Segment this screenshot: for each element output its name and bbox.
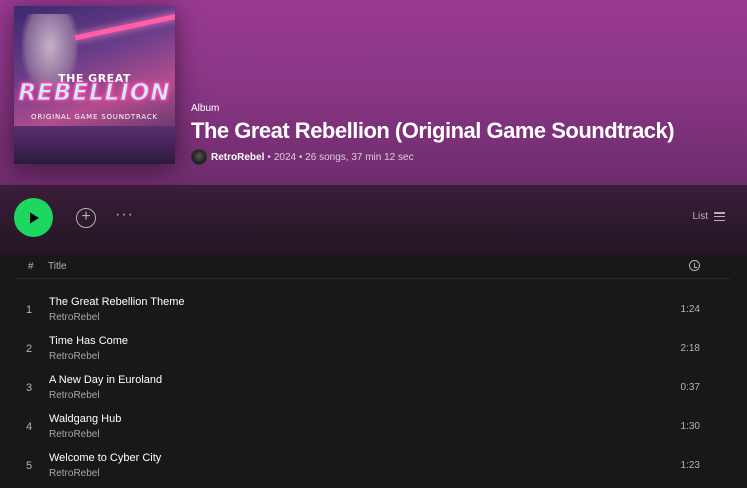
add-circle-icon: +	[81, 208, 91, 225]
track-artist[interactable]: RetroRebel	[49, 429, 100, 440]
track-duration: 2:18	[680, 343, 700, 354]
track-artist[interactable]: RetroRebel	[49, 351, 100, 362]
clock-icon	[689, 260, 700, 271]
track-duration: 1:24	[680, 304, 700, 315]
cover-subtitle: ORIGINAL GAME SOUNDTRACK	[31, 113, 158, 121]
track-title[interactable]: Welcome to Cyber City	[49, 452, 161, 464]
track-artist[interactable]: RetroRebel	[49, 390, 100, 401]
track-row[interactable]: 5 Welcome to Cyber City RetroRebel 1:23	[16, 447, 730, 485]
more-options-button[interactable]: ···	[115, 206, 134, 224]
track-title[interactable]: A New Day in Euroland	[49, 374, 162, 386]
album-title: The Great Rebellion (Original Game Sound…	[191, 118, 675, 143]
track-duration: 1:23	[680, 460, 700, 471]
track-duration: 0:37	[680, 382, 700, 393]
tracklist-header: # Title	[16, 255, 730, 279]
header-title: Title	[48, 261, 67, 272]
track-row[interactable]: 1 The Great Rebellion Theme RetroRebel 1…	[16, 291, 730, 329]
artist-avatar[interactable]	[191, 149, 207, 165]
album-cover: THE GREAT REBELLION ORIGINAL GAME SOUNDT…	[14, 6, 175, 164]
play-button[interactable]	[14, 198, 53, 237]
view-label: List	[692, 211, 708, 222]
track-row[interactable]: 3 A New Day in Euroland RetroRebel 0:37	[16, 369, 730, 407]
artist-link[interactable]: RetroRebel	[211, 152, 264, 163]
list-view-icon	[714, 212, 725, 221]
action-bar: + ··· List	[0, 185, 747, 255]
view-toggle[interactable]: List	[692, 211, 725, 222]
play-icon	[29, 212, 39, 223]
track-duration: 1:30	[680, 421, 700, 432]
meta-separator: •	[267, 151, 271, 163]
track-title[interactable]: Waldgang Hub	[49, 413, 121, 425]
album-meta-details: 2024 • 26 songs, 37 min 12 sec	[273, 151, 414, 163]
track-number: 2	[26, 343, 33, 355]
album-meta: RetroRebel • 2024 • 26 songs, 37 min 12 …	[191, 149, 414, 165]
track-artist[interactable]: RetroRebel	[49, 468, 100, 479]
cover-laser-beam	[74, 12, 175, 41]
track-number: 1	[26, 304, 33, 316]
track-title[interactable]: Time Has Come	[49, 335, 128, 347]
add-to-library-button[interactable]: +	[76, 208, 96, 228]
cover-title-line2: REBELLION	[18, 80, 171, 107]
tracklist: # Title 1 The Great Rebellion Theme Retr…	[0, 255, 747, 488]
track-number: 5	[26, 460, 33, 472]
album-header: THE GREAT REBELLION ORIGINAL GAME SOUNDT…	[0, 0, 747, 185]
track-artist[interactable]: RetroRebel	[49, 312, 100, 323]
more-options-icon: ···	[115, 206, 134, 223]
album-type-label: Album	[191, 103, 220, 114]
cover-ground	[14, 126, 175, 164]
track-number: 4	[26, 421, 33, 433]
track-number: 3	[26, 382, 33, 394]
header-number: #	[28, 261, 34, 272]
track-title[interactable]: The Great Rebellion Theme	[49, 296, 185, 308]
track-row[interactable]: 2 Time Has Come RetroRebel 2:18	[16, 330, 730, 368]
track-row[interactable]: 4 Waldgang Hub RetroRebel 1:30	[16, 408, 730, 446]
